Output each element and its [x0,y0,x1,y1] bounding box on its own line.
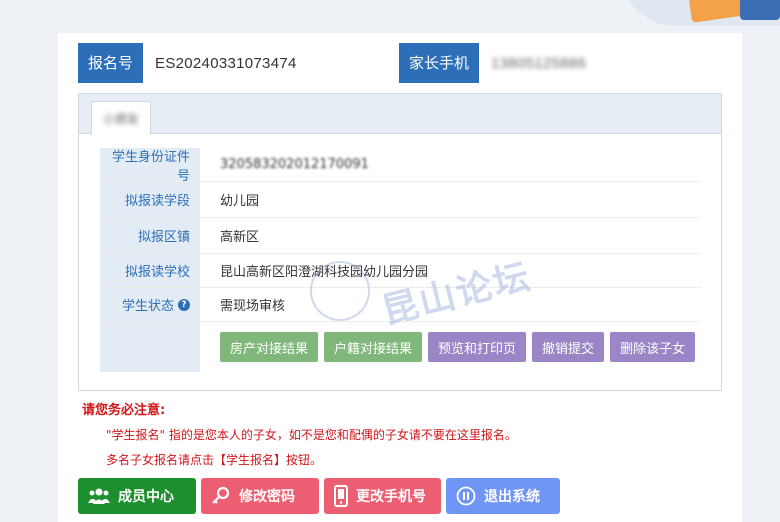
notice-title: 请您务必注意: [82,403,166,418]
key-icon [211,486,231,506]
main-card: 报名号 ES20240331073474 家长手机 13805125886 小朋… [58,33,742,522]
corner-decoration [620,0,780,26]
actions-cell: 房产对接结果 户籍对接结果 预览和打印页 撤销提交 删除该子女 [200,322,700,372]
notice-line-2: 多名子女报名请点击【学生报名】按钮。 [106,453,323,467]
tab-student[interactable]: 小朋友 [91,101,151,135]
users-icon [88,487,110,505]
property-result-button[interactable]: 房产对接结果 [220,332,319,362]
member-center-button[interactable]: 成员中心 [78,478,196,514]
preview-print-button[interactable]: 预览和打印页 [428,332,527,362]
parent-phone-value: 13805125886 [491,54,587,72]
status-label: 学生状态 [121,299,174,314]
parent-phone-label: 家长手机 [399,43,480,83]
tab-student-label: 小朋友 [102,112,139,126]
notice-section: 请您务必注意: "学生报名" 指的是您本人的子女，如不是您和配偶的子女请不要在这… [82,399,517,468]
row-school: 拟报读学校 昆山高新区阳澄湖科技园幼儿园分园 [100,254,700,288]
parent-phone: 家长手机 13805125886 [399,43,586,83]
registration-number-value: ES20240331073474 [155,54,297,72]
change-password-button[interactable]: 修改密码 [201,478,319,514]
status-value: 需现场审核 [220,299,286,314]
student-info-table: 学生身份证件号 320583202012170091 拟报读学段 幼儿园 拟报区… [100,148,700,372]
row-district: 拟报区镇 高新区 [100,218,700,254]
id-number-text: 320583202012170091 [220,157,369,172]
logout-label: 退出系统 [484,489,540,505]
registration-number: 报名号 ES20240331073474 [78,43,297,83]
row-id-number: 学生身份证件号 320583202012170091 [100,148,700,184]
school-label: 拟报读学校 [100,254,200,287]
change-password-label: 修改密码 [239,489,295,505]
phone-icon [334,485,348,507]
pause-icon [456,486,476,506]
change-phone-button[interactable]: 更改手机号 [324,478,441,514]
help-icon[interactable]: ? [178,298,190,311]
notice-line-1: "学生报名" 指的是您本人的子女，如不是您和配偶的子女请不要在这里报名。 [106,428,517,442]
school-stage-value: 幼儿园 [220,194,260,209]
tab-bar: 小朋友 [79,94,721,135]
district-label: 拟报区镇 [100,218,200,253]
bottom-button-bar: 成员中心 修改密码 更改手机号 退出系统 [78,478,560,514]
id-number-label: 学生身份证件号 [100,148,200,184]
district-value: 高新区 [220,230,260,245]
row-actions: 房产对接结果 户籍对接结果 预览和打印页 撤销提交 删除该子女 [100,322,700,372]
row-school-stage: 拟报读学段 幼儿园 [100,182,700,218]
member-center-label: 成员中心 [118,489,174,505]
registration-number-label: 报名号 [78,43,144,83]
student-panel: 小朋友 学生身份证件号 320583202012170091 拟报读学段 幼儿园… [78,93,722,391]
school-value: 昆山高新区阳澄湖科技园幼儿园分园 [220,265,429,280]
logout-button[interactable]: 退出系统 [446,478,560,514]
row-status: 学生状态 ? 需现场审核 [100,288,700,322]
withdraw-submission-button[interactable]: 撤销提交 [532,332,605,362]
school-stage-label: 拟报读学段 [100,182,200,217]
delete-child-button[interactable]: 删除该子女 [610,332,696,362]
actions-label-cell [100,322,200,372]
status-label-cell: 学生状态 ? [100,288,200,321]
change-phone-label: 更改手机号 [356,489,426,505]
id-number-value: 320583202012170091 [200,148,700,181]
household-result-button[interactable]: 户籍对接结果 [324,332,423,362]
